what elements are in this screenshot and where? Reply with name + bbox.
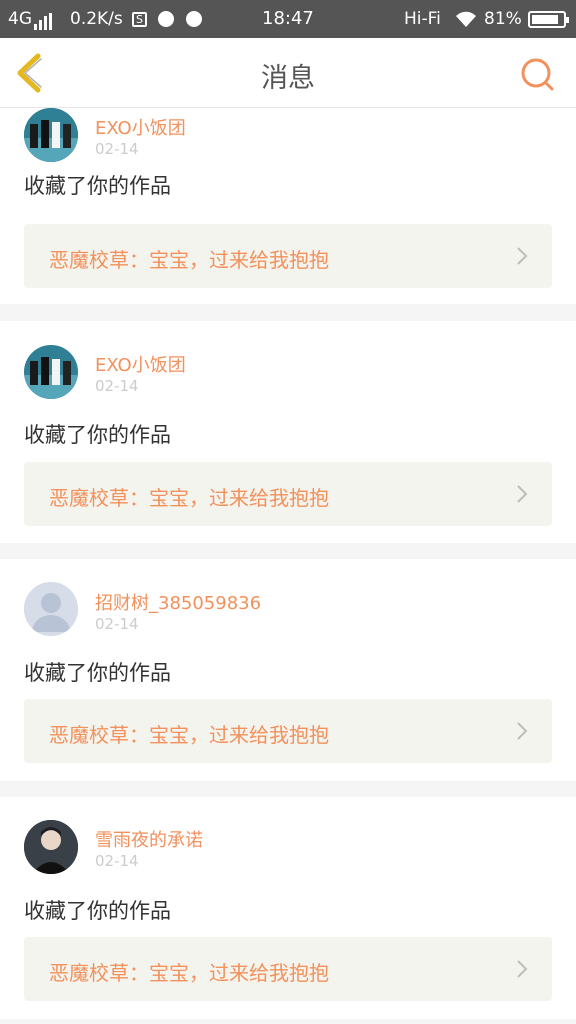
wifi-icon xyxy=(454,9,478,34)
work-link[interactable]: 恶魔校草：宝宝，过来给我抱抱 xyxy=(24,224,552,288)
action-text: 收藏了你的作品 xyxy=(24,899,171,923)
work-title: 恶魔校草：宝宝，过来给我抱抱 xyxy=(49,248,329,272)
work-link[interactable]: 恶魔校草：宝宝，过来给我抱抱 xyxy=(24,699,552,763)
work-link[interactable]: 恶魔校草：宝宝，过来给我抱抱 xyxy=(24,462,552,526)
username[interactable]: EXO小饭团 xyxy=(95,351,186,377)
work-title: 恶魔校草：宝宝，过来给我抱抱 xyxy=(49,723,329,747)
nav-bar: 消息 xyxy=(0,38,576,108)
message-date: 02-14 xyxy=(95,140,139,158)
chevron-right-icon xyxy=(517,247,528,265)
message-card: 招财树_385059836 02-14 收藏了你的作品 恶魔校草：宝宝，过来给我… xyxy=(0,559,576,781)
signal-icon xyxy=(34,10,54,30)
work-link[interactable]: 恶魔校草：宝宝，过来给我抱抱 xyxy=(24,937,552,1001)
notification-icons: S xyxy=(132,9,202,29)
message-card: 雪雨夜的承诺 02-14 收藏了你的作品 恶魔校草：宝宝，过来给我抱抱 xyxy=(0,797,576,1019)
page-title: 消息 xyxy=(261,63,315,94)
action-text: 收藏了你的作品 xyxy=(24,661,171,685)
action-text: 收藏了你的作品 xyxy=(24,423,171,447)
message-feed[interactable]: EXO小饭团 02-14 收藏了你的作品 恶魔校草：宝宝，过来给我抱抱 EXO小… xyxy=(0,108,576,1024)
username[interactable]: 招财树_385059836 xyxy=(95,589,261,615)
message-card: EXO小饭团 02-14 收藏了你的作品 恶魔校草：宝宝，过来给我抱抱 xyxy=(0,321,576,543)
chevron-right-icon xyxy=(517,485,528,503)
network-type: 4G xyxy=(8,9,32,29)
network-speed: 0.2K/s xyxy=(70,9,123,29)
search-button[interactable] xyxy=(516,53,558,95)
sim-icon: S xyxy=(132,11,147,27)
action-text: 收藏了你的作品 xyxy=(24,174,171,198)
message-date: 02-14 xyxy=(95,852,139,870)
work-title: 恶魔校草：宝宝，过来给我抱抱 xyxy=(49,961,329,985)
avatar[interactable] xyxy=(24,582,78,636)
message-date: 02-14 xyxy=(95,377,139,395)
search-icon xyxy=(521,58,554,91)
avatar[interactable] xyxy=(24,108,78,162)
default-avatar-icon xyxy=(24,582,78,636)
username[interactable]: 雪雨夜的承诺 xyxy=(95,826,203,852)
avatar[interactable] xyxy=(24,820,78,874)
clock: 18:47 xyxy=(262,8,314,29)
chevron-right-icon xyxy=(517,960,528,978)
message-card: EXO小饭团 02-14 收藏了你的作品 恶魔校草：宝宝，过来给我抱抱 xyxy=(0,108,576,304)
work-title: 恶魔校草：宝宝，过来给我抱抱 xyxy=(49,486,329,510)
app-icon xyxy=(185,11,202,27)
battery-icon xyxy=(528,11,569,28)
avatar[interactable] xyxy=(24,345,78,399)
hifi-label: Hi-Fi xyxy=(404,9,441,29)
username[interactable]: EXO小饭团 xyxy=(95,114,186,140)
message-date: 02-14 xyxy=(95,615,139,633)
battery-percent: 81% xyxy=(484,9,522,29)
status-bar: 4G 0.2K/s S 18:47 Hi-Fi 81% xyxy=(0,0,576,38)
qq-icon xyxy=(158,11,175,27)
chevron-right-icon xyxy=(517,722,528,740)
